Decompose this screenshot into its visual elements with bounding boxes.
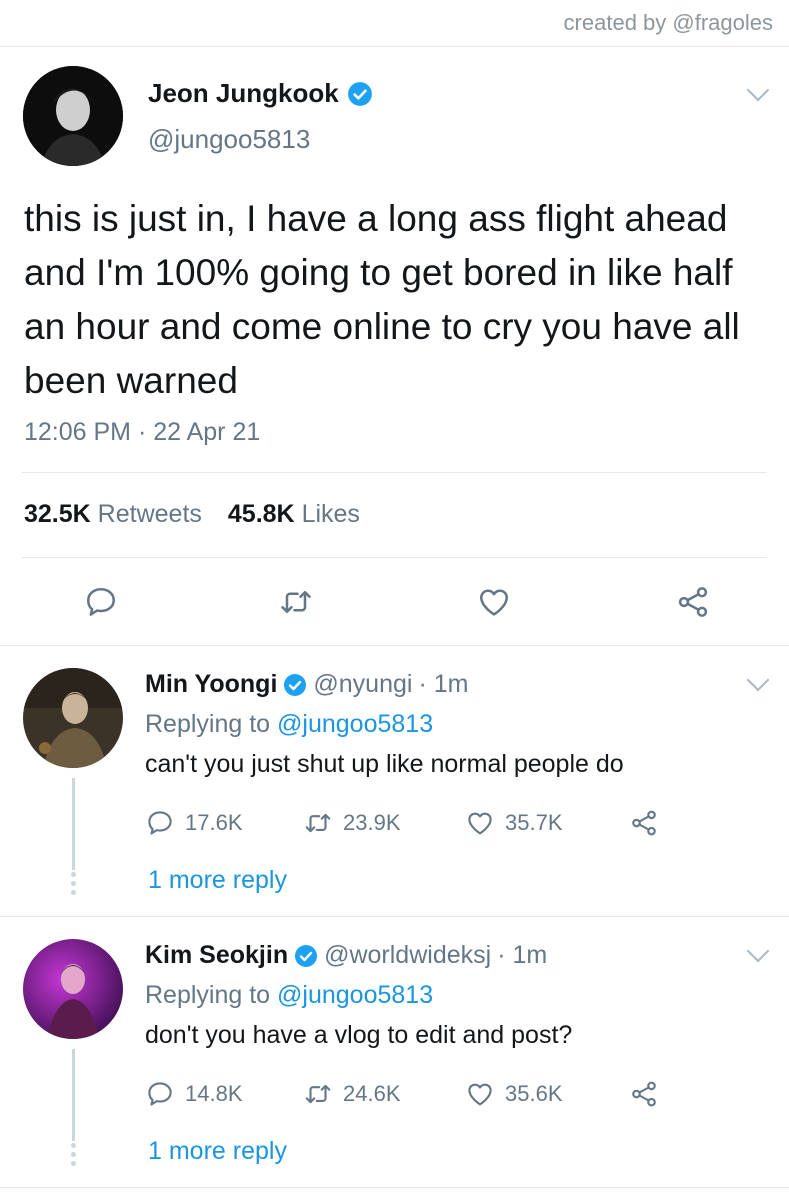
thread-line xyxy=(72,778,75,870)
verified-badge-icon xyxy=(347,81,373,107)
author-handle[interactable]: @jungoo5813 xyxy=(148,124,310,155)
author-name[interactable]: Min Yoongi xyxy=(145,670,277,699)
like-button[interactable]: 35.6K xyxy=(465,1077,563,1111)
tweet-timestamp[interactable]: 12:06 PM · 22 Apr 21 xyxy=(24,418,260,447)
author-name-row[interactable]: Jeon Jungkook xyxy=(148,78,373,109)
reply-count: 14.8K xyxy=(185,1081,243,1106)
retweet-button[interactable]: 23.9K xyxy=(303,806,401,840)
likes-count: 45.8K xyxy=(227,500,295,528)
thread-line xyxy=(72,1049,75,1141)
like-icon xyxy=(465,1079,495,1109)
chevron-down-icon[interactable] xyxy=(746,668,770,692)
retweets-count: 32.5K xyxy=(24,500,91,528)
like-icon xyxy=(465,808,495,838)
like-button[interactable]: 35.7K xyxy=(465,806,563,840)
retweet-count: 24.6K xyxy=(343,1081,401,1106)
author-name[interactable]: Kim Seokjin xyxy=(145,941,288,970)
reply-header: Kim Seokjin @worldwideksj · 1m xyxy=(145,941,547,970)
replying-to-mention[interactable]: @jungoo5813 xyxy=(277,710,433,738)
share-icon[interactable] xyxy=(671,580,715,624)
reply-icon xyxy=(145,808,175,838)
replying-to-label: Replying to xyxy=(145,710,271,738)
reply-time[interactable]: · 1m xyxy=(418,670,468,699)
chevron-down-icon[interactable] xyxy=(746,78,770,102)
likes-label: Likes xyxy=(301,500,360,528)
author-handle[interactable]: @nyungi xyxy=(313,670,412,699)
retweet-icon xyxy=(303,808,333,838)
credit-text: created by @fragoles xyxy=(563,10,773,35)
replying-to: Replying to @jungoo5813 xyxy=(145,710,433,739)
more-replies-link[interactable]: 1 more reply xyxy=(148,1137,287,1166)
retweets-label: Retweets xyxy=(97,500,202,528)
verified-badge-icon xyxy=(283,673,307,697)
share-button[interactable] xyxy=(629,806,659,840)
top-divider xyxy=(0,46,789,47)
more-replies-link[interactable]: 1 more reply xyxy=(148,866,287,895)
reply-tweet: Min Yoongi @nyungi · 1m Replying to @jun… xyxy=(0,646,789,916)
reply-button[interactable]: 14.8K xyxy=(145,1077,243,1111)
thread-dots xyxy=(71,1143,76,1166)
reply-actions: 17.6K 23.9K 35.7K xyxy=(145,806,705,840)
thread-dots xyxy=(71,872,76,895)
chevron-down-icon[interactable] xyxy=(746,939,770,963)
share-icon xyxy=(629,808,659,838)
divider xyxy=(0,1187,789,1188)
share-icon xyxy=(629,1079,659,1109)
tweet-stats: 32.5K Retweets 45.8K Likes xyxy=(24,500,360,529)
replying-to: Replying to @jungoo5813 xyxy=(145,981,433,1010)
tweet-actions xyxy=(0,580,789,624)
retweet-icon xyxy=(303,1079,333,1109)
avatar[interactable] xyxy=(23,668,123,768)
verified-badge-icon xyxy=(294,944,318,968)
divider xyxy=(22,557,767,558)
divider xyxy=(22,472,767,473)
reply-text: can't you just shut up like normal peopl… xyxy=(145,750,624,778)
like-count: 35.7K xyxy=(505,810,563,835)
author-name[interactable]: Jeon Jungkook xyxy=(148,78,339,109)
reply-text: don't you have a vlog to edit and post? xyxy=(145,1021,573,1049)
retweets-stat[interactable]: 32.5K Retweets xyxy=(24,500,202,529)
reply-actions: 14.8K 24.6K 35.6K xyxy=(145,1077,705,1111)
author-handle[interactable]: @worldwideksj xyxy=(324,941,491,970)
reply-time[interactable]: · 1m xyxy=(497,941,547,970)
like-icon[interactable] xyxy=(472,580,516,624)
retweet-icon[interactable] xyxy=(274,580,318,624)
reply-button[interactable]: 17.6K xyxy=(145,806,243,840)
tweet-text: this is just in, I have a long ass fligh… xyxy=(24,198,740,401)
reply-icon[interactable] xyxy=(79,580,123,624)
reply-count: 17.6K xyxy=(185,810,243,835)
replying-to-mention[interactable]: @jungoo5813 xyxy=(277,981,433,1009)
reply-header: Min Yoongi @nyungi · 1m xyxy=(145,670,468,699)
reply-icon xyxy=(145,1079,175,1109)
reply-tweet: Kim Seokjin @worldwideksj · 1m Replying … xyxy=(0,917,789,1187)
replying-to-label: Replying to xyxy=(145,981,271,1009)
like-count: 35.6K xyxy=(505,1081,563,1106)
retweet-button[interactable]: 24.6K xyxy=(303,1077,401,1111)
retweet-count: 23.9K xyxy=(343,810,401,835)
avatar[interactable] xyxy=(23,939,123,1039)
avatar[interactable] xyxy=(23,66,123,166)
share-button[interactable] xyxy=(629,1077,659,1111)
likes-stat[interactable]: 45.8K Likes xyxy=(228,500,360,529)
